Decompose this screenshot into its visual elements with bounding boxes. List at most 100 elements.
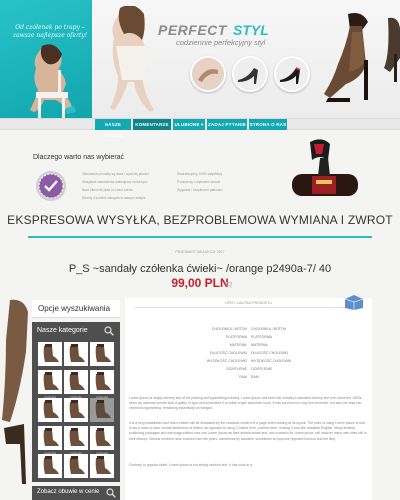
spec-value: MATERIAŁ <box>251 343 269 347</box>
shoe-icon <box>95 372 111 390</box>
search-icon[interactable] <box>106 488 116 498</box>
nav-item-strona-o-nas[interactable]: STRONA O NAS <box>249 119 287 130</box>
shoe-icon <box>95 456 111 474</box>
category-tile[interactable] <box>64 426 88 450</box>
category-tile[interactable] <box>38 454 62 478</box>
shoe-icon <box>43 372 59 390</box>
spec-row: MATERIAŁ MATERIAŁ <box>173 342 323 350</box>
spec-value: OCIEPLENIE <box>251 367 273 371</box>
cart-icon[interactable] <box>224 280 232 288</box>
spec-key: RAM <box>239 375 247 379</box>
spec-row: OCIEPLENIE OCIEPLENIE <box>173 366 323 374</box>
spec-key: CHOLEWKA / BOTOH <box>211 327 247 331</box>
category-tile[interactable] <box>90 426 114 450</box>
package-icon <box>344 295 364 310</box>
shoe-icon <box>95 428 111 446</box>
spec-key: PLATFORMA <box>225 335 247 339</box>
category-tile[interactable] <box>38 370 62 394</box>
product-title: P_S ~sandały czółenka ćwieki~ /orange p2… <box>68 263 332 275</box>
logo-tagline: codziennie perfekcyjny styl <box>176 38 266 47</box>
product-description-title: OPIS I GALERIA PRODUKTU <box>225 301 272 305</box>
shoe-icon <box>69 428 85 446</box>
thumbnail-shoe-1 <box>190 56 226 92</box>
shoe-icon <box>43 428 59 446</box>
shoe-icon <box>43 456 59 474</box>
category-grid: czółenka czółenka czółenka czółenka czółenka… <box>36 342 116 478</box>
search-icon[interactable] <box>104 326 114 336</box>
spec-key: OCIEPLENIE <box>225 367 247 371</box>
feature-text-3: Nasz klient nie płaci za koszt zwrotu <box>82 188 134 192</box>
model-chair-image <box>30 44 76 118</box>
nav-item-nasze-aukcje[interactable]: NASZE AUKCJE <box>95 119 131 138</box>
spec-value: PLATFORMA <box>251 335 273 339</box>
banner-divider <box>28 236 372 238</box>
feature-text-4: Dbamy o komfort zakupów w naszym sklepie <box>82 196 146 200</box>
nav-item-komentarze[interactable]: KOMENTARZE <box>133 119 171 130</box>
spec-value: DŁUGOŚĆ CHOLEWKI <box>251 351 288 355</box>
feature-text-5: Gwarantujemy 100% satysfakcji <box>177 172 223 176</box>
spec-key: MATERIAŁ <box>229 343 247 347</box>
quality-badge-icon <box>36 171 66 201</box>
featured-shoe-image <box>324 13 368 102</box>
category-tile[interactable] <box>64 454 88 478</box>
spec-row: PLATFORMA PLATFORMA <box>173 334 323 342</box>
feature-text-6: Pomożemy z wyborem obuwia <box>177 180 221 184</box>
category-tile[interactable] <box>90 342 114 366</box>
header-banner: Od czółenek po trapy – zawsze najlepsze … <box>0 0 400 118</box>
shipping-banner-title: EKSPRESOWA WYSYŁKA, BEZPROBLEMOWA WYMIAN… <box>7 213 393 227</box>
bottle-shoe-image <box>292 139 358 196</box>
price-filter-panel[interactable]: Zobacz obuwie w cenie <box>32 486 120 500</box>
shoe-icon <box>69 400 85 418</box>
spec-value: RAM <box>251 375 259 379</box>
feature-text-2: Wszystkie zamówienia realizujemy na bież… <box>82 180 148 184</box>
category-tile[interactable] <box>90 454 114 478</box>
search-options-title: Opcje wyszukiwania <box>32 300 120 318</box>
promo-text: Od czółenek po trapy – zawsze najlepsze … <box>12 24 88 39</box>
category-tile[interactable] <box>38 398 62 422</box>
logo-word-styl[interactable]: STYL <box>233 22 269 38</box>
spec-row: RAM RAM <box>173 374 323 382</box>
nav-item-ulubione[interactable]: ULUBIONE ▾ <box>173 119 205 130</box>
product-price: 99,00 PLN <box>171 276 229 290</box>
spec-value: WYSOKOŚĆ CHOLEWKI <box>251 359 292 363</box>
detail-divider <box>135 307 362 308</box>
description-paragraph-1: Lorem Ipsum is simply dummy text of the … <box>129 396 363 411</box>
spec-row: WYSOKOŚĆ CHOLEWKI WYSOKOŚĆ CHOLEWKI <box>173 358 323 366</box>
thumbnail-shoe-2 <box>232 56 268 92</box>
category-tile[interactable] <box>64 342 88 366</box>
spec-value: CHOLEWKA / BOTOH <box>251 327 287 331</box>
spec-key: WYSOKOŚĆ CHOLEWKI <box>206 359 247 363</box>
shoe-icon <box>69 456 85 474</box>
category-tile[interactable] <box>90 398 114 422</box>
categories-panel: Nasze kategorie czółenka czółenka czółenka… <box>32 322 120 482</box>
shoe-icon <box>43 400 59 418</box>
spec-row: CHOLEWKA / BOTOH CHOLEWKA / BOTOH <box>173 326 323 334</box>
feature-text-1: Oferowane produkty są nowe i wysokiej ja… <box>82 172 149 176</box>
category-tile[interactable] <box>38 426 62 450</box>
category-tile[interactable] <box>64 370 88 394</box>
sidebar-shoe-image <box>2 299 28 484</box>
logo-word-perfect[interactable]: PERFECT <box>158 22 227 38</box>
nav-item-zadaj-pytanie[interactable]: ZADAJ PYTANIE <box>207 119 247 130</box>
description-paragraph-3: Contrary to popular belief, Lorem Ipsum … <box>129 463 253 467</box>
description-paragraph-2: It is a long established fact that a rea… <box>129 421 367 441</box>
price-filter-label: Zobacz obuwie w cenie <box>37 489 100 495</box>
spec-key: DŁUGOŚĆ CHOLEWKI <box>210 351 247 355</box>
category-tile[interactable] <box>64 398 88 422</box>
spec-table: CHOLEWKA / BOTOH CHOLEWKA / BOTOH PLATFORM… <box>173 326 323 382</box>
spec-row: DŁUGOŚĆ CHOLEWKI DŁUGOŚĆ CHOLEWKI <box>173 350 323 358</box>
thumbnail-shoe-3 <box>274 56 310 92</box>
product-auction-label: PRZEDMIOT NA AUKCJI: 2017 <box>175 250 225 254</box>
categories-title: Nasze kategorie <box>37 327 88 334</box>
shoe-icon <box>95 344 111 362</box>
shoe-icon <box>69 372 85 390</box>
product-detail-panel: OPIS I GALERIA PRODUKTU CHOLEWKA / BOTOH… <box>125 295 372 500</box>
feature-text-7: Wygodne i bezpieczne płatności <box>177 188 223 192</box>
shoe-icon <box>95 400 111 418</box>
side-shoe-image <box>384 17 400 82</box>
category-tile[interactable] <box>38 342 62 366</box>
why-us-title: Dlaczego warto nas wybierać <box>33 154 125 161</box>
category-tile[interactable] <box>90 370 114 394</box>
model-center-image <box>110 6 154 113</box>
shoe-icon <box>43 344 59 362</box>
